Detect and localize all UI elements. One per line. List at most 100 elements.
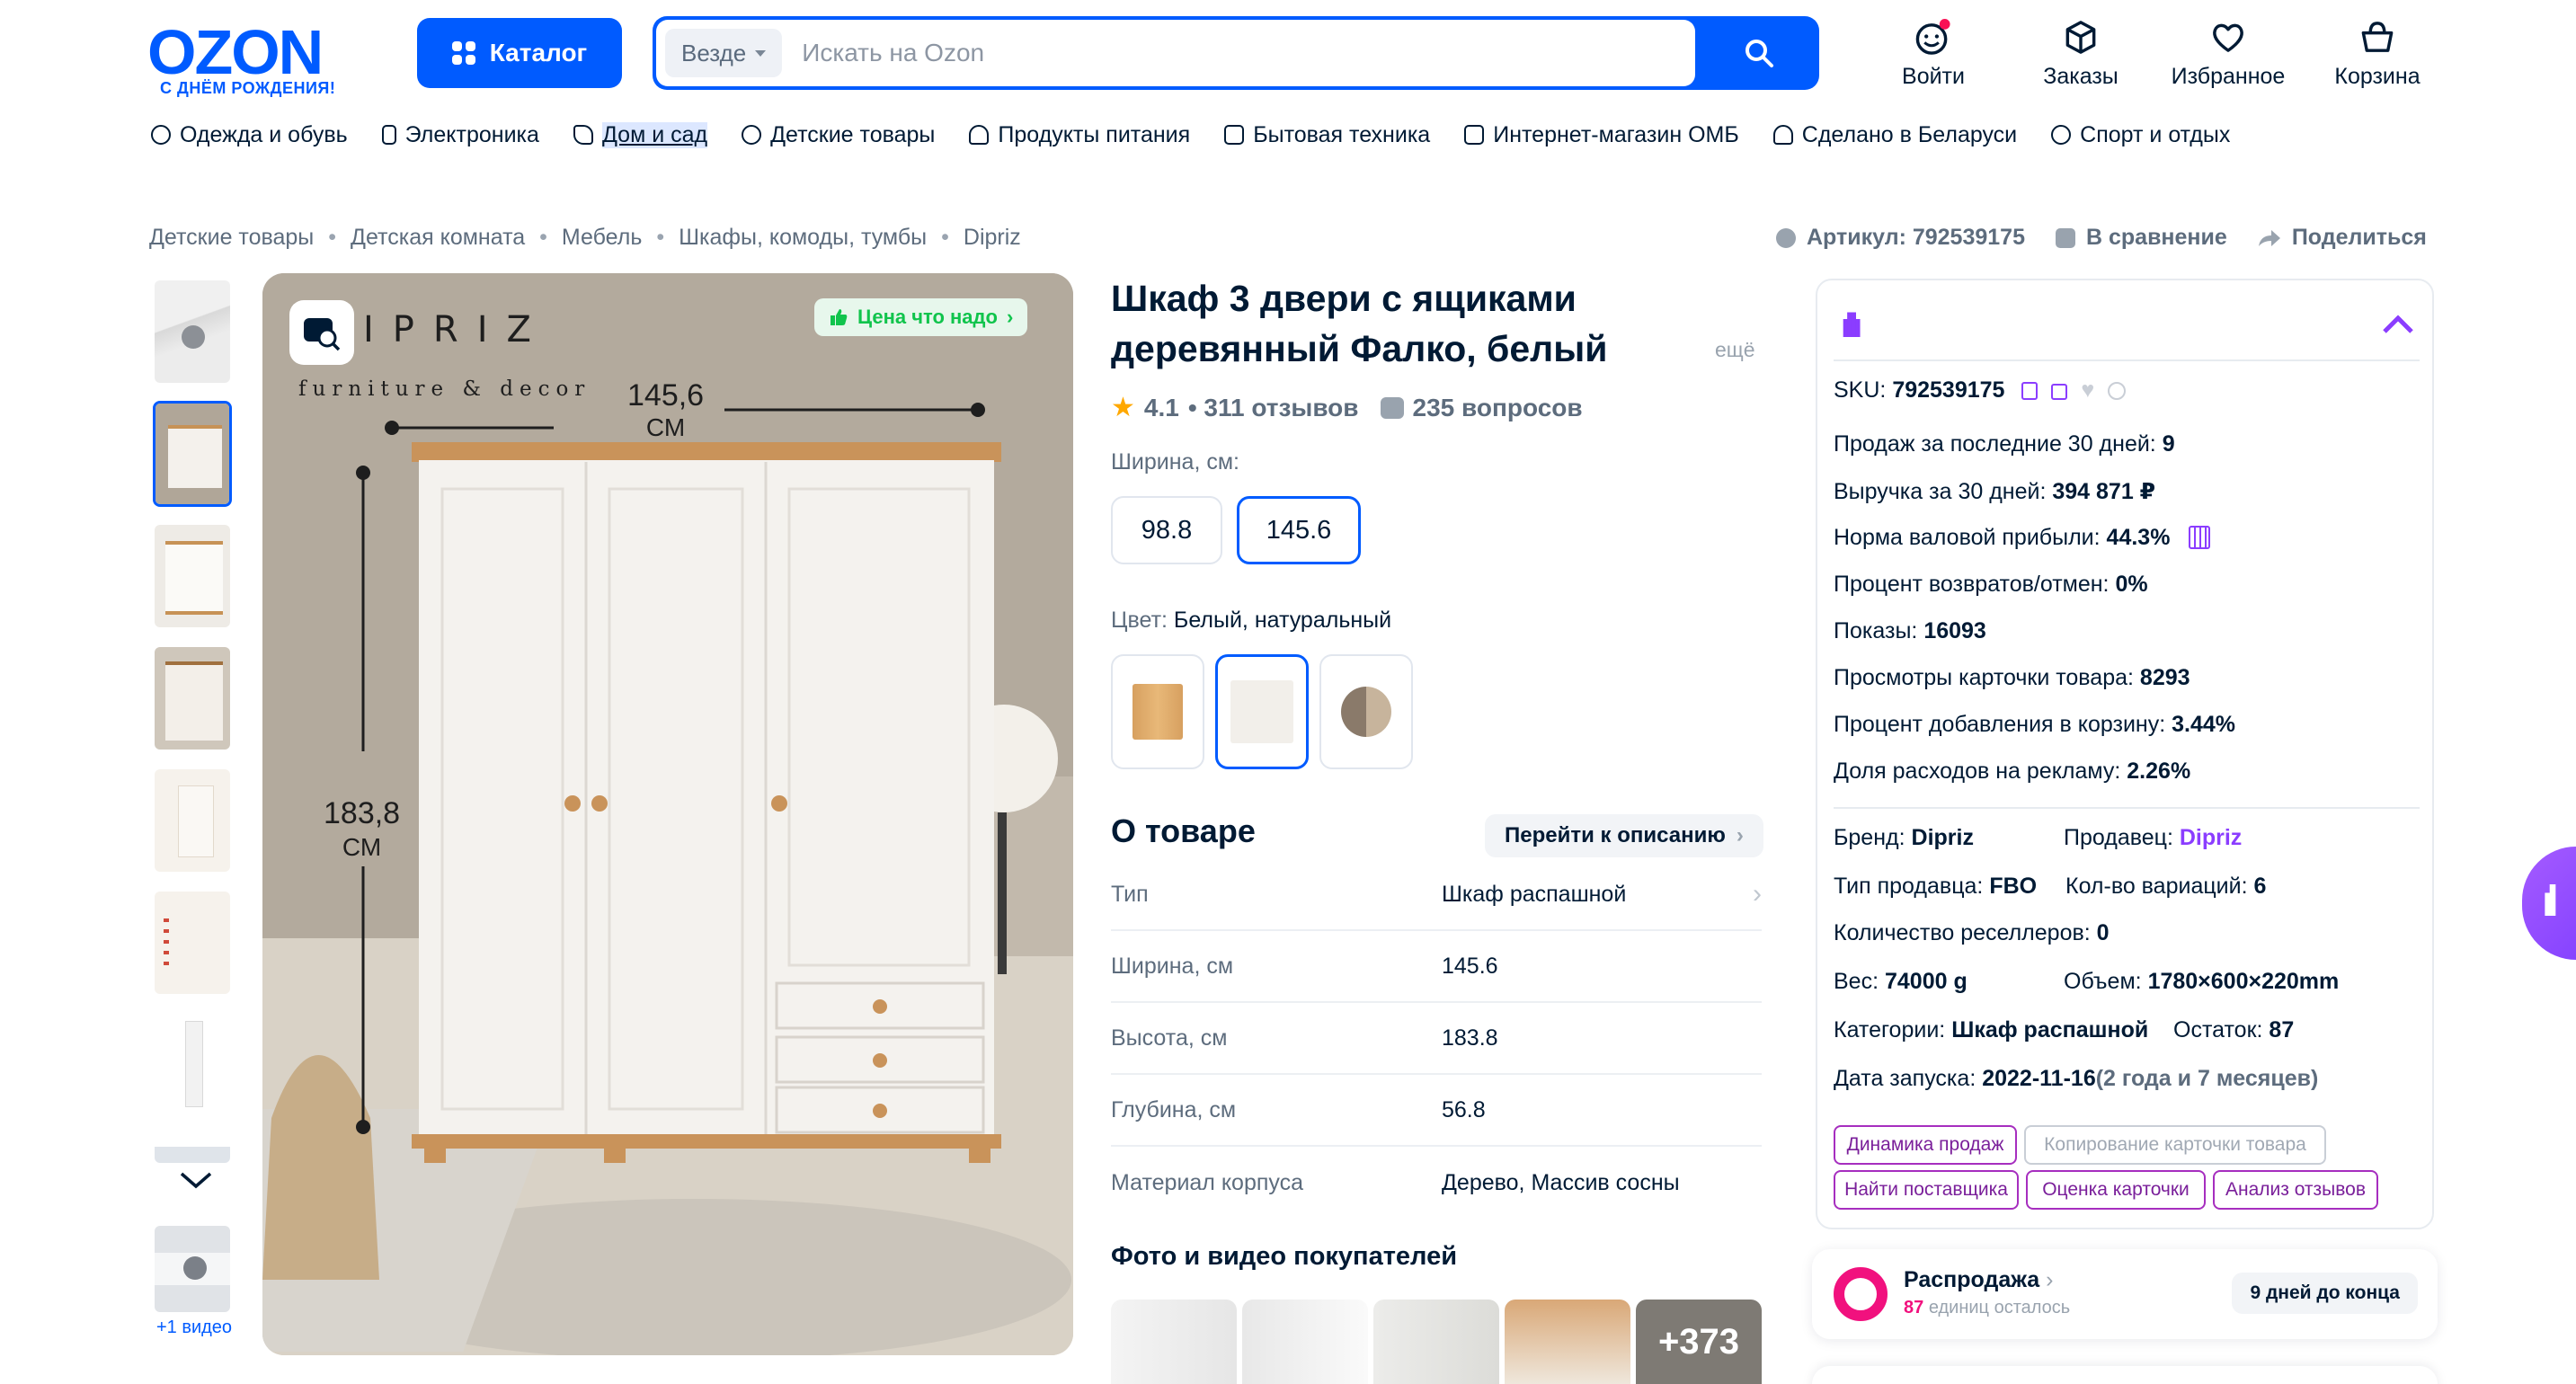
heart-icon[interactable]: ♥: [2081, 377, 2094, 403]
gallery-thumb[interactable]: [153, 1012, 232, 1118]
gallery-thumb[interactable]: [153, 279, 232, 385]
breadcrumb-item[interactable]: Детские товары: [149, 225, 314, 251]
appliance-icon: [1224, 125, 1245, 145]
orders-button[interactable]: Заказы: [2013, 18, 2148, 90]
customer-photo[interactable]: [1373, 1300, 1499, 1384]
spec-value: 56.8: [1442, 1096, 1486, 1122]
title-more-link[interactable]: ещё: [1715, 338, 1755, 362]
nav-item-sport[interactable]: Спорт и отдых: [2051, 122, 2230, 148]
gallery-thumb[interactable]: [153, 645, 232, 751]
customer-photo[interactable]: [1505, 1300, 1630, 1384]
ozon-logo[interactable]: OZON С ДНЁМ РОЖДЕНИЯ!: [144, 16, 369, 97]
sku-row: SKU: 792539175 ♥: [1834, 377, 2127, 404]
more-customer-photos[interactable]: +373: [1636, 1300, 1762, 1384]
breadcrumb-item[interactable]: Детская комната: [351, 225, 525, 251]
sales-dynamics-button[interactable]: Динамика продаж: [1834, 1125, 2017, 1165]
nav-item-home[interactable]: Дом и сад: [573, 121, 708, 148]
gallery-thumb[interactable]: [153, 767, 232, 874]
stat-row: Показы: 16093: [1834, 618, 1986, 644]
gallery-thumb[interactable]: [153, 523, 232, 629]
seller-label: Продавец:: [2064, 825, 2173, 850]
weight-label: Вес:: [1834, 969, 1879, 994]
color-swatch-white[interactable]: [1215, 654, 1309, 769]
product-main-image[interactable]: IPRIZ furniture & decor Цена что надо › …: [262, 273, 1073, 1355]
sale-card[interactable]: Распродажа › 87 единиц осталось 9 дней д…: [1812, 1249, 2438, 1339]
gallery-thumb-partial[interactable]: [153, 1134, 232, 1165]
nav-label: Бытовая техника: [1253, 121, 1431, 147]
breadcrumb-item[interactable]: Шкафы, комоды, тумбы: [679, 225, 927, 251]
cart-button[interactable]: Корзина: [2310, 18, 2445, 90]
resellers-label: Количество реселлеров:: [1834, 920, 2091, 945]
chevron-down-icon: [755, 49, 767, 57]
image-search-icon: [304, 318, 341, 351]
reviews-analysis-button[interactable]: Анализ отзывов: [2213, 1170, 2378, 1210]
nav-item-kids[interactable]: Детские товары: [742, 122, 935, 148]
stat-value: 3.44%: [2172, 712, 2236, 737]
nav-item-food[interactable]: Продукты питания: [969, 122, 1190, 148]
favorites-button[interactable]: Избранное: [2161, 18, 2296, 90]
brand-watermark-sub: furniture & decor: [298, 377, 591, 401]
weight-row: Вес: 74000 g: [1834, 969, 1968, 995]
categories-value: Шкаф распашной: [1951, 1017, 2149, 1042]
price-badge[interactable]: Цена что надо ›: [814, 298, 1028, 336]
phone-icon: [381, 125, 396, 145]
color-value: Белый, натуральный: [1173, 608, 1392, 633]
seller-row[interactable]: Продавец: Dipriz: [2064, 825, 2242, 851]
chevron-up-icon[interactable]: [2382, 315, 2414, 334]
height-dimension: 183,8 СМ: [324, 796, 400, 865]
resellers-value: 0: [2096, 920, 2110, 945]
calculator-icon[interactable]: [2189, 526, 2211, 549]
customer-photo[interactable]: [1111, 1300, 1237, 1384]
more-video-link[interactable]: +1 видео: [153, 1317, 235, 1338]
login-button[interactable]: Войти: [1866, 18, 2001, 90]
copy-card-button[interactable]: Копирование карточки товара: [2024, 1125, 2326, 1165]
breadcrumb-item[interactable]: Мебель: [562, 225, 642, 251]
customer-photo[interactable]: [1242, 1300, 1368, 1384]
seller-type-label: Тип продавца:: [1834, 874, 1984, 899]
catalog-button[interactable]: Каталог: [417, 18, 622, 88]
gallery-thumb[interactable]: [153, 890, 232, 996]
card-rating-button[interactable]: Оценка карточки: [2026, 1170, 2206, 1210]
breadcrumb-item[interactable]: Dipriz: [964, 225, 1021, 251]
spec-row: Глубина, см 56.8: [1111, 1075, 1762, 1147]
chevron-right-icon: ›: [1006, 306, 1014, 328]
nav-label: Электроника: [404, 121, 539, 147]
chevron-right-icon: ›: [1753, 879, 1762, 909]
brand-watermark: IPRIZ: [363, 309, 550, 350]
compare-button[interactable]: В сравнение: [2055, 225, 2227, 251]
zoom-search-button[interactable]: [289, 300, 354, 365]
width-option-selected[interactable]: 145.6: [1237, 496, 1361, 564]
search-input[interactable]: [802, 39, 1612, 67]
nav-item-appliances[interactable]: Бытовая техника: [1224, 122, 1430, 148]
copy-icon[interactable]: [2021, 382, 2039, 400]
belarus-icon: [1772, 125, 1793, 145]
color-swatch-natural[interactable]: [1111, 654, 1204, 769]
nav-item-omb[interactable]: Интернет-магазин ОМБ: [1464, 122, 1739, 148]
brand-label: Бренд:: [1834, 825, 1905, 850]
go-to-description-button[interactable]: Перейти к описанию ›: [1485, 814, 1763, 857]
search-bar: Везде: [653, 16, 1819, 90]
video-thumb[interactable]: [153, 1224, 232, 1314]
article-copy-button[interactable]: Артикул: 792539175: [1776, 225, 2025, 251]
spec-row[interactable]: Тип Шкаф распашной ›: [1111, 859, 1762, 931]
product-rating[interactable]: ★ 4.1 • 311 отзывов 235 вопросов: [1111, 392, 1583, 423]
nav-item-belarus[interactable]: Сделано в Беларуси: [1772, 122, 2017, 148]
catalog-label: Каталог: [489, 39, 588, 67]
breadcrumb: Детские товары • Детская комната • Мебель •…: [149, 225, 1021, 251]
nav-item-clothes[interactable]: Одежда и обувь: [151, 122, 348, 148]
find-supplier-button[interactable]: Найти поставщика: [1834, 1170, 2019, 1210]
gallery-thumb-selected[interactable]: [153, 401, 232, 507]
next-card: [1812, 1366, 2438, 1384]
price-badge-label: Цена что надо: [857, 306, 998, 328]
external-link-icon[interactable]: [2051, 384, 2068, 400]
color-swatch-mixed[interactable]: [1319, 654, 1413, 769]
search-scope-select[interactable]: Везде: [665, 29, 783, 77]
seller-link[interactable]: Dipriz: [2180, 825, 2242, 850]
extension-floating-button[interactable]: ıl: [2522, 847, 2576, 960]
thumbs-scroll-down[interactable]: [153, 1170, 239, 1206]
search-button[interactable]: [1699, 16, 1819, 90]
width-option[interactable]: 98.8: [1111, 496, 1222, 564]
nav-item-electronics[interactable]: Электроника: [381, 121, 539, 148]
share-button[interactable]: Поделиться: [2258, 225, 2427, 251]
badge-icon[interactable]: [2108, 382, 2127, 400]
